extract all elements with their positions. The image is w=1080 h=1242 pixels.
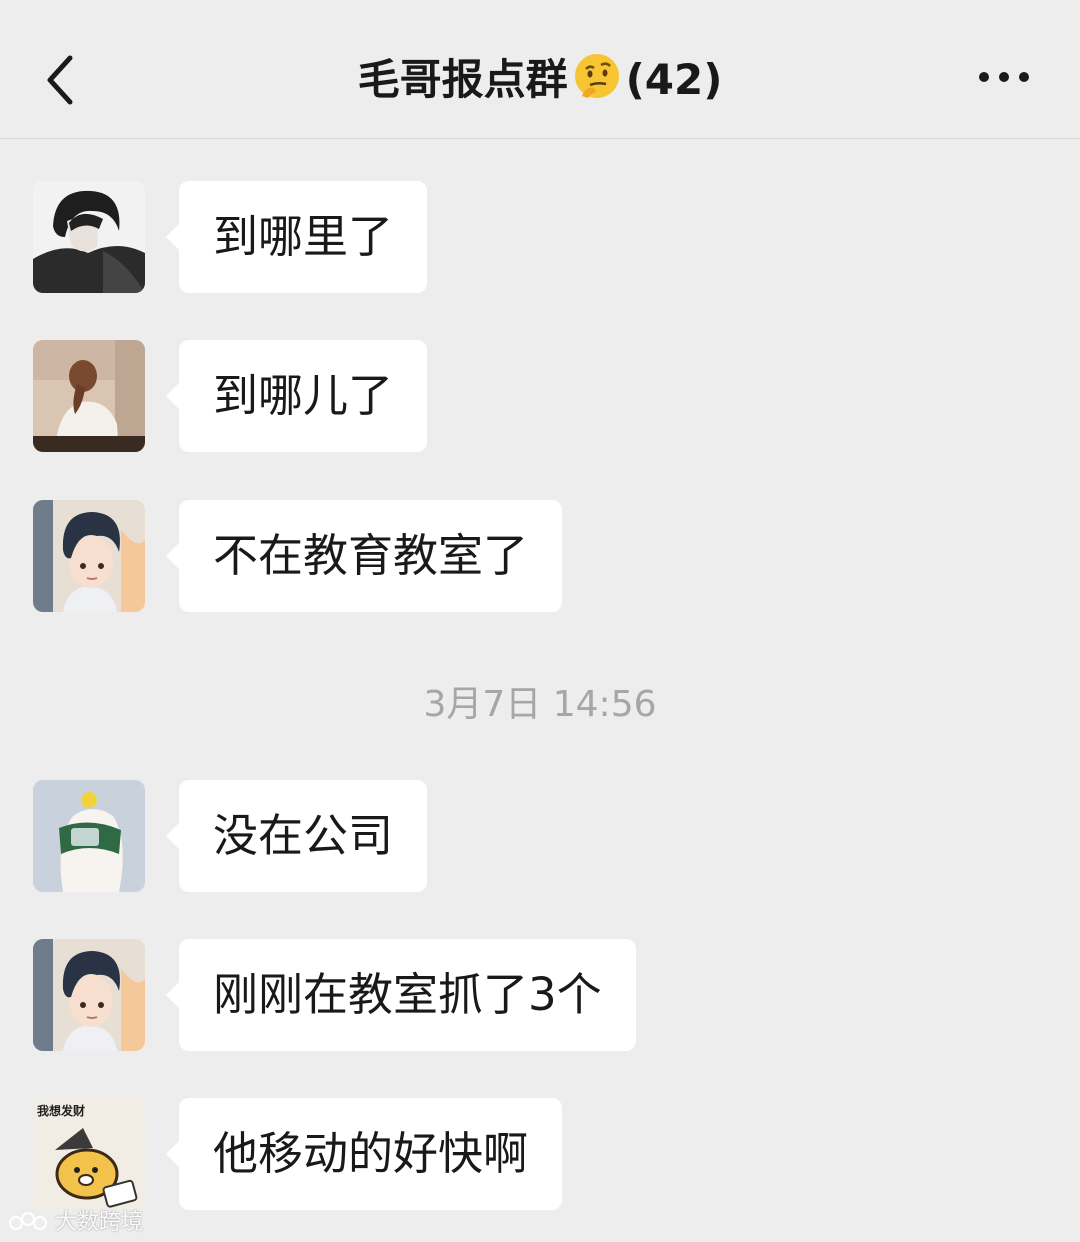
watermark-logo-icon xyxy=(9,1212,47,1230)
avatar-caption: 我想发财 xyxy=(37,1103,85,1118)
avatar[interactable] xyxy=(33,939,145,1051)
watermark-text: 大数跨境 xyxy=(55,1210,144,1235)
avatar[interactable] xyxy=(33,181,145,293)
avatar-anime-boy-icon xyxy=(33,500,145,612)
message-bubble[interactable]: 他移动的好快啊 xyxy=(165,1098,563,1210)
watermark: 大数跨境 xyxy=(8,1206,143,1240)
avatar[interactable] xyxy=(33,340,145,452)
message-row: 刚刚在教室抓了3个 xyxy=(0,939,1080,1051)
avatar-bear-sticker-icon: 我想发财 xyxy=(33,1098,145,1210)
member-count: (42) xyxy=(625,55,723,104)
thinking-face-emoji-icon xyxy=(574,54,619,98)
avatar-girl-ponytail-icon xyxy=(33,340,145,452)
group-name: 毛哥报点群 xyxy=(357,55,568,104)
avatar[interactable] xyxy=(33,780,145,892)
timestamp: 3月7日 14:56 xyxy=(423,684,657,725)
message-bubble[interactable]: 没在公司 xyxy=(165,780,428,892)
more-options-icon[interactable] xyxy=(974,64,1034,90)
message-bubble[interactable]: 到哪里了 xyxy=(165,181,428,293)
avatar-anime-boy-icon xyxy=(33,939,145,1051)
chat-header: 毛哥报点群 (42) xyxy=(0,0,1080,139)
avatar[interactable]: 我想发财 xyxy=(33,1098,145,1210)
message-row: 没在公司 xyxy=(0,780,1080,892)
message-row: 到哪儿了 xyxy=(0,340,1080,452)
message-bubble[interactable]: 刚刚在教室抓了3个 xyxy=(166,939,636,1051)
message-bubble[interactable]: 到哪儿了 xyxy=(165,340,428,452)
avatar-dark-hair-man-icon xyxy=(33,181,145,293)
message-row: 到哪里了 xyxy=(0,181,1080,293)
chat-title: 毛哥报点群 (42) xyxy=(0,52,1080,108)
avatar-bottle-dog-icon xyxy=(33,780,145,892)
message-row: 我想发财 他移动的好快啊 xyxy=(0,1098,1080,1210)
avatar[interactable] xyxy=(33,500,145,612)
message-bubble[interactable]: 不在教育教室了 xyxy=(165,500,563,612)
message-row: 不在教育教室了 xyxy=(0,500,1080,612)
